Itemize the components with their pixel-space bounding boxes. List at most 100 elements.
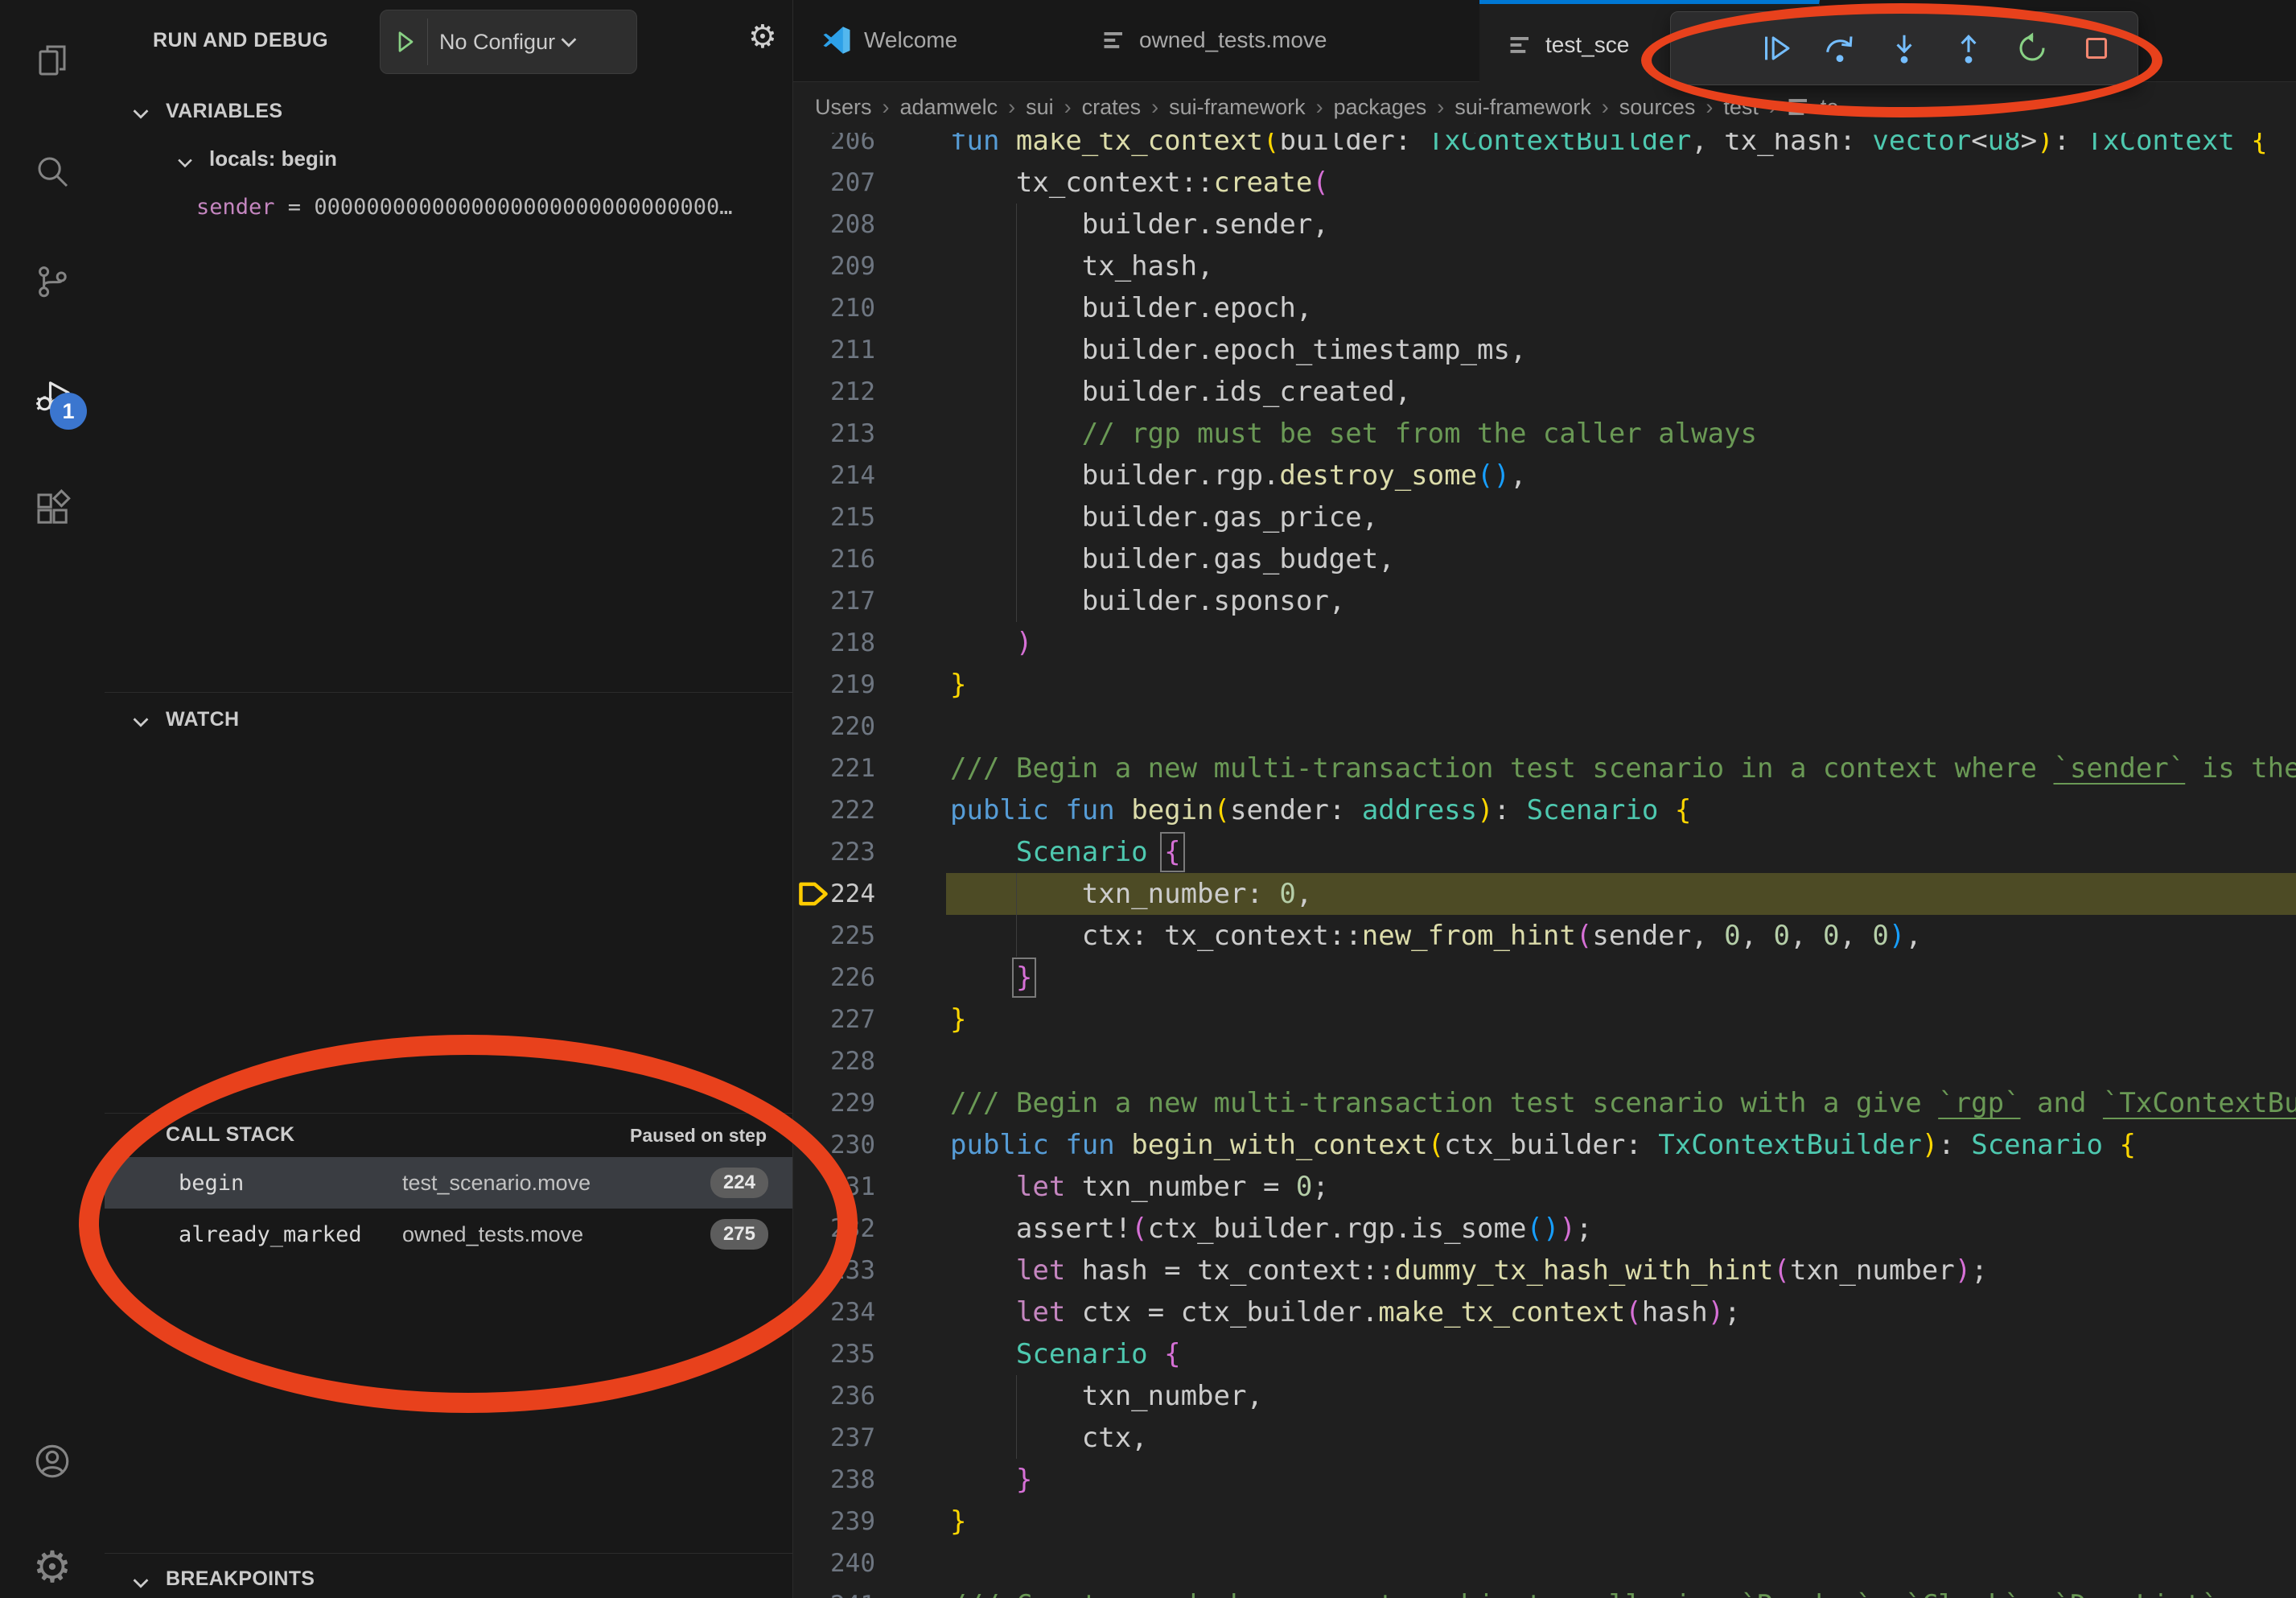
line-number[interactable]: 208 xyxy=(817,204,875,245)
code-line[interactable]: 225 ctx: tx_context::new_from_hint(sende… xyxy=(793,915,2296,957)
restart-button[interactable] xyxy=(2004,19,2060,78)
line-number[interactable]: 228 xyxy=(817,1040,875,1082)
watch-section-header[interactable]: WATCH xyxy=(166,708,239,731)
step-into-button[interactable] xyxy=(1876,19,1932,78)
call-stack-section-header[interactable]: CALL STACK xyxy=(166,1123,294,1147)
code-line[interactable]: 230public fun begin_with_context(ctx_bui… xyxy=(793,1124,2296,1166)
source-control-icon[interactable] xyxy=(0,241,105,322)
breakpoints-section-header[interactable]: BREAKPOINTS xyxy=(166,1567,315,1591)
code-line[interactable]: 240 xyxy=(793,1542,2296,1584)
code-line[interactable]: 228 xyxy=(793,1040,2296,1082)
code-line[interactable]: 241/// Creates and shares system objects… xyxy=(793,1584,2296,1598)
breadcrumb-item[interactable]: crates xyxy=(1082,95,1142,120)
line-number[interactable]: 223 xyxy=(817,831,875,873)
line-number[interactable]: 240 xyxy=(817,1542,875,1584)
line-number[interactable]: 230 xyxy=(817,1124,875,1166)
line-number[interactable]: 213 xyxy=(817,413,875,455)
code-line[interactable]: 215 builder.gas_price, xyxy=(793,496,2296,538)
code-line[interactable]: 223 Scenario { xyxy=(793,831,2296,873)
line-number[interactable]: 220 xyxy=(817,706,875,748)
code-line[interactable]: 211 builder.epoch_timestamp_ms, xyxy=(793,329,2296,371)
code-line[interactable]: 217 builder.sponsor, xyxy=(793,580,2296,622)
code-line[interactable]: 208 builder.sender, xyxy=(793,204,2296,245)
line-number[interactable]: 239 xyxy=(817,1501,875,1542)
code-line[interactable]: 209 tx_hash, xyxy=(793,245,2296,287)
line-number[interactable]: 227 xyxy=(817,999,875,1040)
code-line[interactable]: 218 ) xyxy=(793,622,2296,664)
search-icon[interactable] xyxy=(0,131,105,212)
chevron-down-icon[interactable] xyxy=(129,710,153,734)
code-line[interactable]: 226 } xyxy=(793,957,2296,999)
breadcrumb-item[interactable]: sui xyxy=(1026,95,1054,120)
line-number[interactable]: 235 xyxy=(817,1333,875,1375)
line-number[interactable]: 215 xyxy=(817,496,875,538)
code-line[interactable]: 210 builder.epoch, xyxy=(793,287,2296,329)
step-over-button[interactable] xyxy=(1812,19,1868,78)
start-debugging-icon[interactable] xyxy=(390,27,419,56)
debug-config-dropdown[interactable]: No Configur xyxy=(380,10,637,74)
line-number[interactable]: 214 xyxy=(817,455,875,496)
code-line[interactable]: 231 let txn_number = 0; xyxy=(793,1166,2296,1208)
code-area[interactable]: 206fun make_tx_context(builder: TxContex… xyxy=(793,0,2296,1598)
line-number[interactable]: 237 xyxy=(817,1417,875,1459)
breadcrumb-item[interactable]: test xyxy=(1723,95,1759,120)
line-number[interactable]: 212 xyxy=(817,371,875,413)
variable-sender[interactable]: sender = 0000000000000000000000000000000… xyxy=(196,195,780,220)
breadcrumb-item[interactable]: adamwelc xyxy=(900,95,998,120)
code-line[interactable]: 227} xyxy=(793,999,2296,1040)
line-number[interactable]: 241 xyxy=(817,1584,875,1598)
code-line[interactable]: 221/// Begin a new multi-transaction tes… xyxy=(793,748,2296,789)
account-icon[interactable] xyxy=(0,1421,105,1501)
line-number[interactable]: 222 xyxy=(817,789,875,831)
code-line[interactable]: 239} xyxy=(793,1501,2296,1542)
breadcrumb-item[interactable]: packages xyxy=(1334,95,1427,120)
chevron-down-icon[interactable] xyxy=(129,101,153,126)
stack-frame-already_marked[interactable]: already_markedowned_tests.move275 xyxy=(105,1209,792,1260)
code-line[interactable]: 222public fun begin(sender: address): Sc… xyxy=(793,789,2296,831)
line-number[interactable]: 226 xyxy=(817,957,875,999)
run-and-debug-icon[interactable]: 1 xyxy=(0,356,105,436)
drag-handle[interactable] xyxy=(1684,19,1740,78)
debug-gear-icon[interactable]: ⚙ xyxy=(748,21,777,53)
line-number[interactable]: 231 xyxy=(817,1166,875,1208)
chevron-down-icon[interactable] xyxy=(129,1126,153,1151)
code-line[interactable]: 233 let hash = tx_context::dummy_tx_hash… xyxy=(793,1250,2296,1291)
line-number[interactable]: 225 xyxy=(817,915,875,957)
breadcrumb-item[interactable]: sui-framework xyxy=(1169,95,1306,120)
line-number[interactable]: 221 xyxy=(817,748,875,789)
code-line[interactable]: 207 tx_context::create( xyxy=(793,162,2296,204)
line-number[interactable]: 233 xyxy=(817,1250,875,1291)
code-line[interactable]: 216 builder.gas_budget, xyxy=(793,538,2296,580)
line-number[interactable]: 211 xyxy=(817,329,875,371)
line-number[interactable]: 219 xyxy=(817,664,875,706)
tab-Welcome[interactable]: Welcome xyxy=(793,0,1074,80)
line-number[interactable]: 224 xyxy=(817,873,875,915)
explorer-icon[interactable] xyxy=(0,20,105,101)
chevron-down-icon[interactable] xyxy=(174,151,196,174)
line-number[interactable]: 229 xyxy=(817,1082,875,1124)
code-line[interactable]: 236 txn_number, xyxy=(793,1375,2296,1417)
line-number[interactable]: 234 xyxy=(817,1291,875,1333)
code-line[interactable]: 220 xyxy=(793,706,2296,748)
code-line[interactable]: 235 Scenario { xyxy=(793,1333,2296,1375)
stop-button[interactable] xyxy=(2068,19,2125,78)
code-line[interactable]: 234 let ctx = ctx_builder.make_tx_contex… xyxy=(793,1291,2296,1333)
tab-owned_tests.move[interactable]: owned_tests.move xyxy=(1073,0,1480,80)
line-number[interactable]: 216 xyxy=(817,538,875,580)
line-number[interactable]: 210 xyxy=(817,287,875,329)
line-number[interactable]: 238 xyxy=(817,1459,875,1501)
continue-button[interactable] xyxy=(1748,19,1804,78)
line-number[interactable]: 232 xyxy=(817,1208,875,1250)
code-line[interactable]: 214 builder.rgp.destroy_some(), xyxy=(793,455,2296,496)
breadcrumb-item[interactable]: sui-framework xyxy=(1455,95,1591,120)
code-line[interactable]: 238 } xyxy=(793,1459,2296,1501)
code-line[interactable]: 213 // rgp must be set from the caller a… xyxy=(793,413,2296,455)
extensions-icon[interactable] xyxy=(0,468,105,549)
breadcrumb-item[interactable]: sources xyxy=(1619,95,1696,120)
line-number[interactable]: 207 xyxy=(817,162,875,204)
settings-icon[interactable]: ⚙ xyxy=(0,1527,105,1598)
step-out-button[interactable] xyxy=(1940,19,1997,78)
breadcrumb-item-file[interactable]: te xyxy=(1821,95,1839,120)
line-number[interactable]: 218 xyxy=(817,622,875,664)
line-number[interactable]: 217 xyxy=(817,580,875,622)
